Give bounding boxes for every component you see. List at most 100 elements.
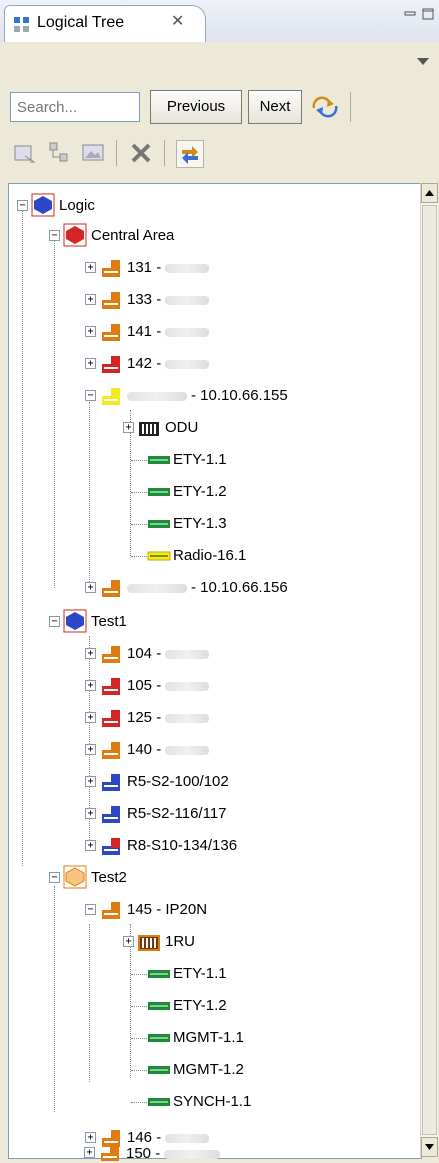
scroll-down-button[interactable] <box>421 1137 438 1157</box>
refresh-icon[interactable] <box>310 96 340 118</box>
expand-icon[interactable]: + <box>85 680 96 691</box>
tree-node-ip-10-10-66-155[interactable]: − - 10.10.66.155 <box>9 382 369 410</box>
tree-node-label: ODU <box>165 419 199 436</box>
tab-title: Logical Tree <box>37 14 125 31</box>
tree-node-133[interactable]: + 133 - <box>9 286 309 314</box>
scroll-thumb[interactable] <box>422 205 437 1135</box>
expand-icon[interactable]: + <box>85 712 96 723</box>
scroll-up-button[interactable] <box>421 183 438 203</box>
tree-node-label: 1RU <box>165 933 196 950</box>
link-with-editor-icon[interactable] <box>176 140 204 168</box>
tree-connector <box>131 1102 147 1103</box>
tree-node-ety-1-3[interactable]: ETY-1.3 <box>9 510 309 538</box>
tree-node-label: ETY-1.1 <box>173 965 227 982</box>
logical-tree-view: Logical Tree ✕ Previous Next <box>0 0 439 1163</box>
odu-icon <box>139 422 159 436</box>
collapse-icon[interactable]: − <box>49 616 60 627</box>
tree-node-label: 142 - <box>127 355 210 372</box>
expand-icon[interactable]: + <box>85 648 96 659</box>
expand-icon[interactable]: + <box>85 744 96 755</box>
group-icon <box>63 223 87 247</box>
search-input[interactable] <box>10 92 140 122</box>
tree-node-test1[interactable]: − Test1 <box>9 608 269 636</box>
tree-node-r5-s2-100-102[interactable]: + R5-S2-100/102 <box>9 768 329 796</box>
collapse-icon[interactable]: − <box>49 230 60 241</box>
group-icon <box>63 609 87 633</box>
toolbar-separator <box>116 140 117 166</box>
tree-node-145[interactable]: − 145 - IP20N <box>9 896 309 924</box>
tree-node-central-area[interactable]: − Central Area <box>9 222 269 250</box>
network-element-blue-icon <box>102 806 120 823</box>
maximize-icon[interactable] <box>422 8 434 20</box>
tree-node-125[interactable]: + 125 - <box>9 704 309 732</box>
network-element-icon <box>102 646 120 663</box>
tree-node-142[interactable]: + 142 - <box>9 350 309 378</box>
ethernet-port-icon <box>148 456 170 464</box>
expand-icon[interactable]: + <box>85 776 96 787</box>
tree-node-150[interactable]: + 150 - <box>8 1145 308 1161</box>
expand-icon[interactable]: + <box>85 840 96 851</box>
expand-icon[interactable]: + <box>85 358 96 369</box>
expand-icon[interactable]: + <box>85 262 96 273</box>
tree-node-label: 104 - <box>127 645 210 662</box>
tree-node-mgmt-1-2[interactable]: MGMT-1.2 <box>9 1056 309 1084</box>
tree-node-label: R5-S2-100/102 <box>127 773 229 790</box>
tree-node-synch-1-1[interactable]: SYNCH-1.1 <box>9 1088 309 1116</box>
tree-node-r8-s10-134-136[interactable]: + R8-S10-134/136 <box>9 832 329 860</box>
toolbar-separator <box>350 92 351 122</box>
next-button[interactable]: Next <box>248 90 302 124</box>
expand-icon[interactable]: + <box>85 582 96 593</box>
add-to-map-icon[interactable] <box>12 140 38 166</box>
tree-connector <box>131 1038 147 1039</box>
tree-node-141[interactable]: + 141 - <box>9 318 309 346</box>
image-icon[interactable] <box>80 140 106 166</box>
tree-node-ety-1-1[interactable]: ETY-1.1 <box>9 446 309 474</box>
tree-node-1ru[interactable]: + 1RU <box>9 928 309 956</box>
tree-connector <box>131 974 147 975</box>
tree-node-105[interactable]: + 105 - <box>9 672 309 700</box>
network-element-icon <box>102 292 120 309</box>
tree-node-label: ETY-1.3 <box>173 515 227 532</box>
expand-icon[interactable]: + <box>85 294 96 305</box>
tree-node-logic[interactable]: − Logic <box>9 192 209 220</box>
tree-structure-icon[interactable] <box>46 140 72 166</box>
previous-button[interactable]: Previous <box>150 90 242 124</box>
expand-icon[interactable]: + <box>84 1147 95 1158</box>
expand-icon[interactable]: + <box>123 422 134 433</box>
tree-scrollbar[interactable] <box>420 183 438 1157</box>
expand-icon[interactable]: + <box>85 808 96 819</box>
collapse-icon[interactable]: − <box>17 200 28 211</box>
close-icon[interactable]: ✕ <box>171 11 184 31</box>
tree-node-ip-10-10-66-156[interactable]: + - 10.10.66.156 <box>9 574 369 602</box>
tree-node-ety-1-2[interactable]: ETY-1.2 <box>9 478 309 506</box>
tree-node-label: ETY-1.2 <box>173 997 227 1014</box>
delete-icon[interactable] <box>128 140 154 166</box>
tree-connector <box>131 556 147 557</box>
tree-node-label: 146 - <box>127 1129 210 1146</box>
tree-node-ety-1-2[interactable]: ETY-1.2 <box>9 992 309 1020</box>
tree-node-104[interactable]: + 104 - <box>9 640 309 668</box>
tree-node-label: Logic <box>59 197 95 214</box>
tree-node-odu[interactable]: + ODU <box>9 414 309 442</box>
tab-logical-tree[interactable]: Logical Tree ✕ <box>4 5 206 42</box>
expand-icon[interactable]: + <box>85 1132 96 1143</box>
view-menu-icon[interactable] <box>417 58 429 65</box>
tree-node-ety-1-1[interactable]: ETY-1.1 <box>9 960 309 988</box>
tree-node-mgmt-1-1[interactable]: MGMT-1.1 <box>9 1024 309 1052</box>
collapse-icon[interactable]: − <box>85 904 96 915</box>
tree-node-test2[interactable]: − Test2 <box>9 864 269 892</box>
tree-node-label: - 10.10.66.155 <box>127 387 288 404</box>
minimize-icon[interactable] <box>404 8 416 20</box>
tree-node-label: ETY-1.1 <box>173 451 227 468</box>
expand-icon[interactable]: + <box>85 326 96 337</box>
expand-icon[interactable]: + <box>123 936 134 947</box>
tree-node-131[interactable]: + 131 - <box>9 254 309 282</box>
tree-node-r5-s2-116-117[interactable]: + R5-S2-116/117 <box>9 800 329 828</box>
tree-node-label: 131 - <box>127 259 210 276</box>
logical-tree-icon <box>14 17 29 32</box>
collapse-icon[interactable]: − <box>49 872 60 883</box>
tree-node-radio-16-1[interactable]: Radio-16.1 <box>9 542 309 570</box>
tree-node-140[interactable]: + 140 - <box>9 736 309 764</box>
collapse-icon[interactable]: − <box>85 390 96 401</box>
network-element-mixed-icon <box>102 838 120 855</box>
